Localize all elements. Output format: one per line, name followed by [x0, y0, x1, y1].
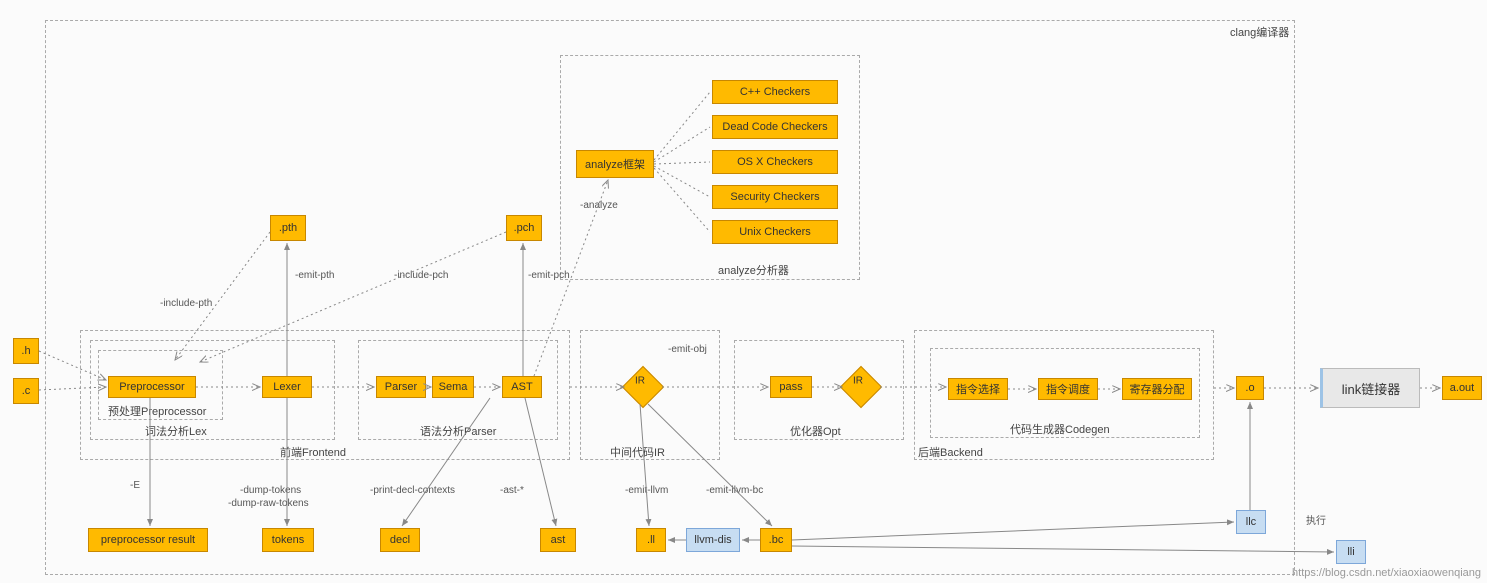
- lbl-dump-raw-tokens: -dump-raw-tokens: [228, 498, 309, 509]
- label-frontend: 前端Frontend: [280, 444, 346, 460]
- node-checker-0: C++ Checkers: [712, 80, 838, 104]
- label-lex: 词法分析Lex: [145, 423, 207, 439]
- node-pth: .pth: [270, 215, 306, 241]
- lbl-emit-llvm: -emit-llvm: [625, 485, 668, 496]
- node-tokens: tokens: [262, 528, 314, 552]
- node-pass: pass: [770, 376, 812, 398]
- lbl-dump-tokens: -dump-tokens: [240, 485, 301, 496]
- lbl-emit-pth: -emit-pth: [295, 270, 334, 281]
- node-checker-3: Security Checkers: [712, 185, 838, 209]
- label-backend: 后端Backend: [918, 444, 983, 460]
- node-preprocessor: Preprocessor: [108, 376, 196, 398]
- lbl-exec: 执行: [1306, 512, 1326, 527]
- label-midir: 中间代码IR: [610, 444, 665, 460]
- lbl-print-decl: -print-decl-contexts: [370, 485, 455, 496]
- label-codegen: 代码生成器Codegen: [1010, 421, 1110, 437]
- node-ast-out: ast: [540, 528, 576, 552]
- node-ast: AST: [502, 376, 542, 398]
- node-preproc-result: preprocessor result: [88, 528, 208, 552]
- node-sema: Sema: [432, 376, 474, 398]
- label-opt: 优化器Opt: [790, 423, 841, 439]
- node-checker-4: Unix Checkers: [712, 220, 838, 244]
- node-decl: decl: [380, 528, 420, 552]
- label-analyze: analyze分析器: [718, 262, 789, 278]
- lbl-E: -E: [130, 480, 140, 491]
- node-aout: a.out: [1442, 376, 1482, 400]
- node-c: .c: [13, 378, 39, 404]
- lbl-ast-star: -ast-*: [500, 485, 524, 496]
- node-checker-1: Dead Code Checkers: [712, 115, 838, 139]
- node-lli: lli: [1336, 540, 1366, 564]
- node-analyze-box: analyze框架: [576, 150, 654, 178]
- node-regalloc: 寄存器分配: [1122, 378, 1192, 400]
- node-lexer: Lexer: [262, 376, 312, 398]
- node-llc: llc: [1236, 510, 1266, 534]
- node-ll: .ll: [636, 528, 666, 552]
- node-isched: 指令调度: [1038, 378, 1098, 400]
- node-checker-2: OS X Checkers: [712, 150, 838, 174]
- label-parser: 语法分析Parser: [420, 423, 496, 439]
- lbl-emit-obj: -emit-obj: [668, 344, 707, 355]
- lbl-emit-llvm-bc: -emit-llvm-bc: [706, 485, 763, 496]
- watermark: https://blog.csdn.net/xiaoxiaowenqiang: [1292, 567, 1481, 579]
- node-o: .o: [1236, 376, 1264, 400]
- node-linker: link链接器: [1320, 368, 1420, 408]
- node-parser: Parser: [376, 376, 426, 398]
- lbl-include-pth: -include-pth: [160, 298, 212, 309]
- node-bc: .bc: [760, 528, 792, 552]
- lbl-analyze: -analyze: [580, 200, 618, 211]
- node-h: .h: [13, 338, 39, 364]
- lbl-include-pch: -include-pch: [394, 270, 448, 281]
- label-preproc: 预处理Preprocessor: [108, 403, 206, 419]
- title-label: clang编译器: [1230, 24, 1289, 40]
- node-pch: .pch: [506, 215, 542, 241]
- diagram-canvas: clang编译器 .h .c 前端Frontend 词法分析Lex 预处理Pre…: [0, 0, 1487, 583]
- node-llvmdis: llvm-dis: [686, 528, 740, 552]
- lbl-emit-pch: -emit-pch: [528, 270, 570, 281]
- node-isel: 指令选择: [948, 378, 1008, 400]
